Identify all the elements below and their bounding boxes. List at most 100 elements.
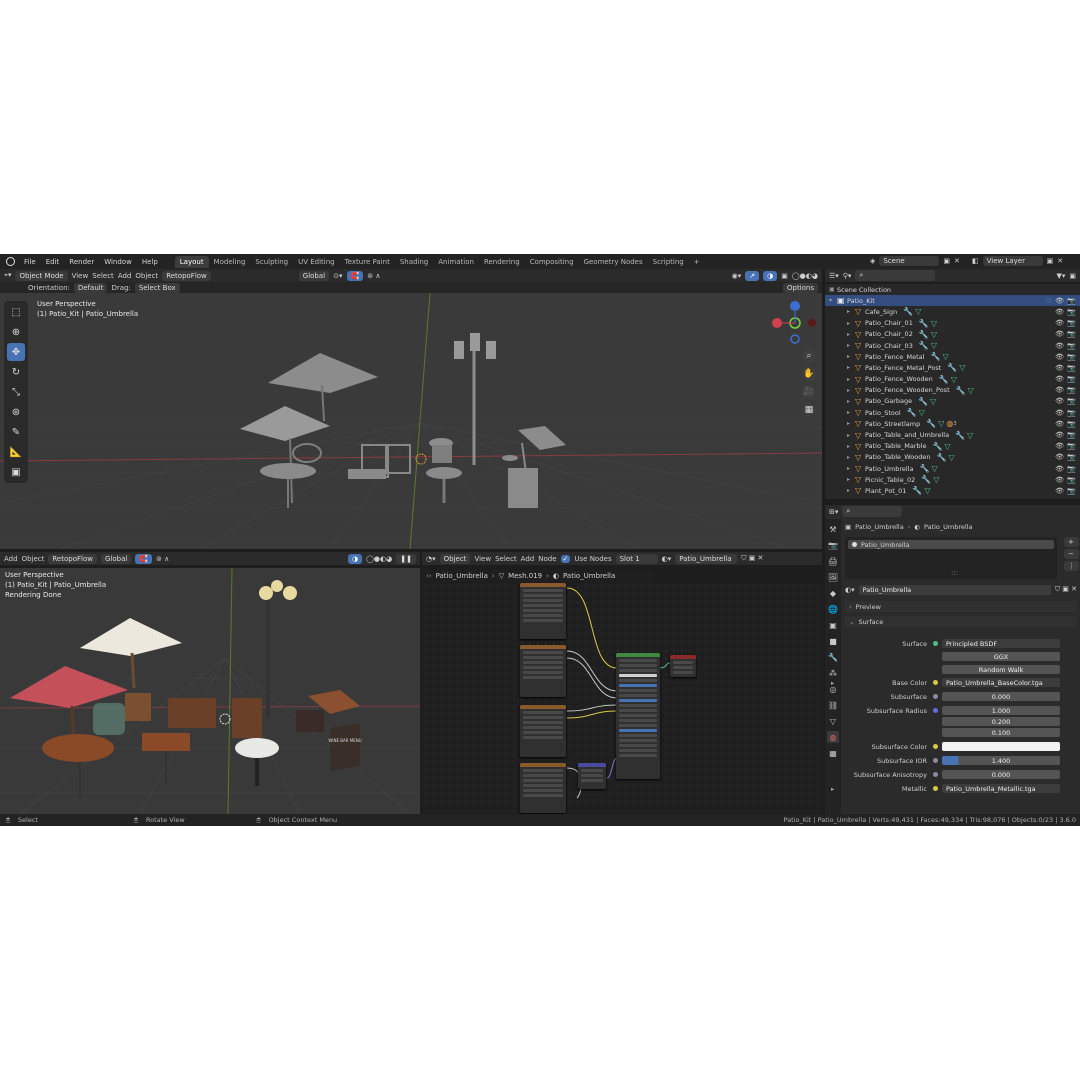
expand-arrow-icon[interactable]: ▸	[847, 454, 855, 461]
shading-modes-icon[interactable]: ◯●◐◕	[792, 272, 818, 280]
mesh-data-icon[interactable]: ▽	[959, 363, 965, 372]
visibility-eye-icon[interactable]: 👁	[1055, 431, 1064, 439]
node-menu-add[interactable]: Add	[521, 555, 535, 563]
tab-shading[interactable]: Shading	[395, 256, 433, 268]
outliner-object-row[interactable]: ▸ ▽ Patio_Fence_Metal 🔧 ▽ 👁 📷	[825, 351, 1080, 362]
render-camera-icon[interactable]: 📷	[1067, 409, 1076, 417]
breadcrumb-object[interactable]: Patio_Umbrella	[436, 572, 488, 580]
tab-scripting[interactable]: Scripting	[648, 256, 689, 268]
mesh-data-icon[interactable]: ▽	[948, 453, 954, 462]
pivot-icon[interactable]: ⊙▾	[333, 272, 342, 280]
outliner-object-row[interactable]: ▸ ▽ Patio_Fence_Metal_Post 🔧 ▽ 👁 📷	[825, 362, 1080, 373]
normal-map-node[interactable]	[578, 763, 606, 789]
data-tab-icon[interactable]: ▽	[827, 715, 839, 727]
orientation-dropdown[interactable]: Default	[73, 282, 108, 293]
expand-arrow-icon[interactable]: ▸	[847, 308, 855, 315]
tab-geometry-nodes[interactable]: Geometry Nodes	[579, 256, 648, 268]
visibility-eye-icon[interactable]: 👁	[1055, 342, 1064, 350]
outliner-object-row[interactable]: ▸ ▽ Patio_Streetlamp 🔧 ▽ ◍ 3 👁 📷	[825, 418, 1080, 429]
visibility-eye-icon[interactable]: 👁	[1055, 397, 1064, 405]
modifier-wrench-icon[interactable]: 🔧	[947, 363, 957, 372]
socket-icon[interactable]	[933, 680, 938, 685]
mesh-data-icon[interactable]: ▽	[924, 486, 930, 495]
expand-arrow-icon[interactable]: ▸	[831, 785, 834, 793]
property-value-field[interactable]: Patio_Umbrella_Metallic.tga	[942, 784, 1060, 793]
visibility-eye-icon[interactable]: 👁	[1055, 353, 1064, 361]
material-name-input[interactable]: Patio_Umbrella	[858, 584, 1051, 595]
render-camera-icon[interactable]: 📷	[1067, 420, 1076, 428]
view-layer-selector[interactable]: View Layer	[982, 256, 1043, 266]
material-tab-icon[interactable]: ◍	[827, 731, 839, 743]
modifier-wrench-icon[interactable]: 🔧	[955, 431, 965, 440]
render-camera-icon[interactable]: 📷	[1067, 319, 1076, 327]
rotate-tool-icon[interactable]: ↻	[7, 363, 25, 381]
property-value-field[interactable]: 0.200	[942, 717, 1060, 726]
node-editor-canvas[interactable]	[422, 583, 822, 814]
property-value-field[interactable]: Random Walk	[942, 665, 1060, 674]
node-object-dropdown[interactable]: Object	[439, 553, 471, 564]
add-workspace-button[interactable]: +	[689, 256, 705, 268]
visibility-eye-icon[interactable]: 👁	[1055, 297, 1064, 305]
retopoflow-menu[interactable]: RetopoFlow	[162, 270, 211, 281]
render-transform-orientation[interactable]: Global	[100, 553, 132, 564]
material-output-node[interactable]	[670, 655, 696, 677]
transform-tool-icon[interactable]: ⊛	[7, 403, 25, 421]
modifier-wrench-icon[interactable]: 🔧	[919, 319, 929, 328]
outliner-object-row[interactable]: ▸ ▽ Patio_Chair_03 🔧 ▽ 👁 📷	[825, 340, 1080, 351]
image-texture-node[interactable]	[520, 763, 566, 813]
material-actions-icon[interactable]: ⛉ ▣ ✕	[1055, 585, 1077, 594]
modifier-tab-icon[interactable]: 🔧	[827, 651, 839, 663]
mesh-data-icon[interactable]: ▽	[930, 397, 936, 406]
move-tool-icon[interactable]: ✥	[7, 343, 25, 361]
menu-select[interactable]: Select	[92, 272, 114, 280]
render-camera-icon[interactable]: 📷	[1067, 353, 1076, 361]
render-camera-icon[interactable]: 📷	[1067, 476, 1076, 484]
material-slot-item[interactable]: Patio_Umbrella	[848, 540, 1054, 549]
render-camera-icon[interactable]: 📷	[1067, 465, 1076, 473]
outliner-object-row[interactable]: ▸ ▽ Picnic_Table_02 🔧 ▽ 👁 📷	[825, 474, 1080, 485]
expand-arrow-icon[interactable]: ▸	[847, 387, 855, 394]
scene-collection-row[interactable]: ▣ Scene Collection	[825, 284, 1080, 295]
tab-rendering[interactable]: Rendering	[479, 256, 525, 268]
outliner-type-icon[interactable]: ☰▾	[829, 272, 839, 280]
mesh-data-icon[interactable]: ▽	[938, 419, 944, 428]
include-checkbox[interactable]: ☑	[1046, 297, 1052, 305]
render-menu-add[interactable]: Add	[4, 555, 18, 563]
mesh-data-icon[interactable]: ▽	[967, 431, 973, 440]
material-name-field[interactable]: Patio_Umbrella	[675, 553, 738, 564]
render-camera-icon[interactable]: 📷	[1067, 487, 1076, 495]
visibility-eye-icon[interactable]: 👁	[1055, 487, 1064, 495]
close-layer-icon[interactable]: ✕	[1057, 257, 1063, 265]
property-value-field[interactable]: 0.100	[942, 728, 1060, 737]
render-shading-icon[interactable]: ◯●◐◕	[366, 555, 392, 563]
close-scene-icon[interactable]: ✕	[954, 257, 960, 265]
object-tab-icon[interactable]: ■	[827, 635, 839, 647]
view-layer-tab-icon[interactable]: 🖼	[827, 571, 839, 583]
add-cube-tool-icon[interactable]: ▣	[7, 463, 25, 481]
mesh-data-icon[interactable]: ▽	[933, 475, 939, 484]
visibility-eye-icon[interactable]: 👁	[1055, 319, 1064, 327]
visibility-eye-icon[interactable]: 👁	[1055, 476, 1064, 484]
zoom-icon[interactable]: ⌕	[802, 349, 816, 363]
constraints-tab-icon[interactable]: ⛓	[827, 699, 839, 711]
tab-modeling[interactable]: Modeling	[209, 256, 251, 268]
particles-tab-icon[interactable]: ⁂	[827, 667, 839, 679]
material-browse-icon[interactable]: ◐▾	[845, 586, 855, 594]
socket-icon[interactable]	[933, 641, 938, 646]
menu-edit[interactable]: Edit	[41, 258, 65, 266]
render-camera-icon[interactable]: 📷	[1067, 364, 1076, 372]
expand-arrow-icon[interactable]: ▸	[847, 398, 855, 405]
measure-tool-icon[interactable]: 📐	[7, 443, 25, 461]
transform-orientation[interactable]: Global	[298, 270, 330, 281]
texture-tab-icon[interactable]: ▦	[827, 747, 839, 759]
slot-menu-button[interactable]: ⋮	[1064, 561, 1079, 571]
copy-layer-icon[interactable]: ▣	[1047, 257, 1054, 265]
drag-dropdown[interactable]: Select Box	[134, 282, 180, 293]
surface-panel[interactable]: ⌄ Surface	[845, 616, 1077, 627]
tab-compositing[interactable]: Compositing	[525, 256, 579, 268]
visibility-eye-icon[interactable]: 👁	[1055, 308, 1064, 316]
property-value-field[interactable]: 0.000	[942, 692, 1060, 701]
property-value-field[interactable]: 1.400	[942, 756, 1060, 765]
modifier-wrench-icon[interactable]: 🔧	[956, 386, 966, 395]
property-value-field[interactable]: 0.000	[942, 770, 1060, 779]
